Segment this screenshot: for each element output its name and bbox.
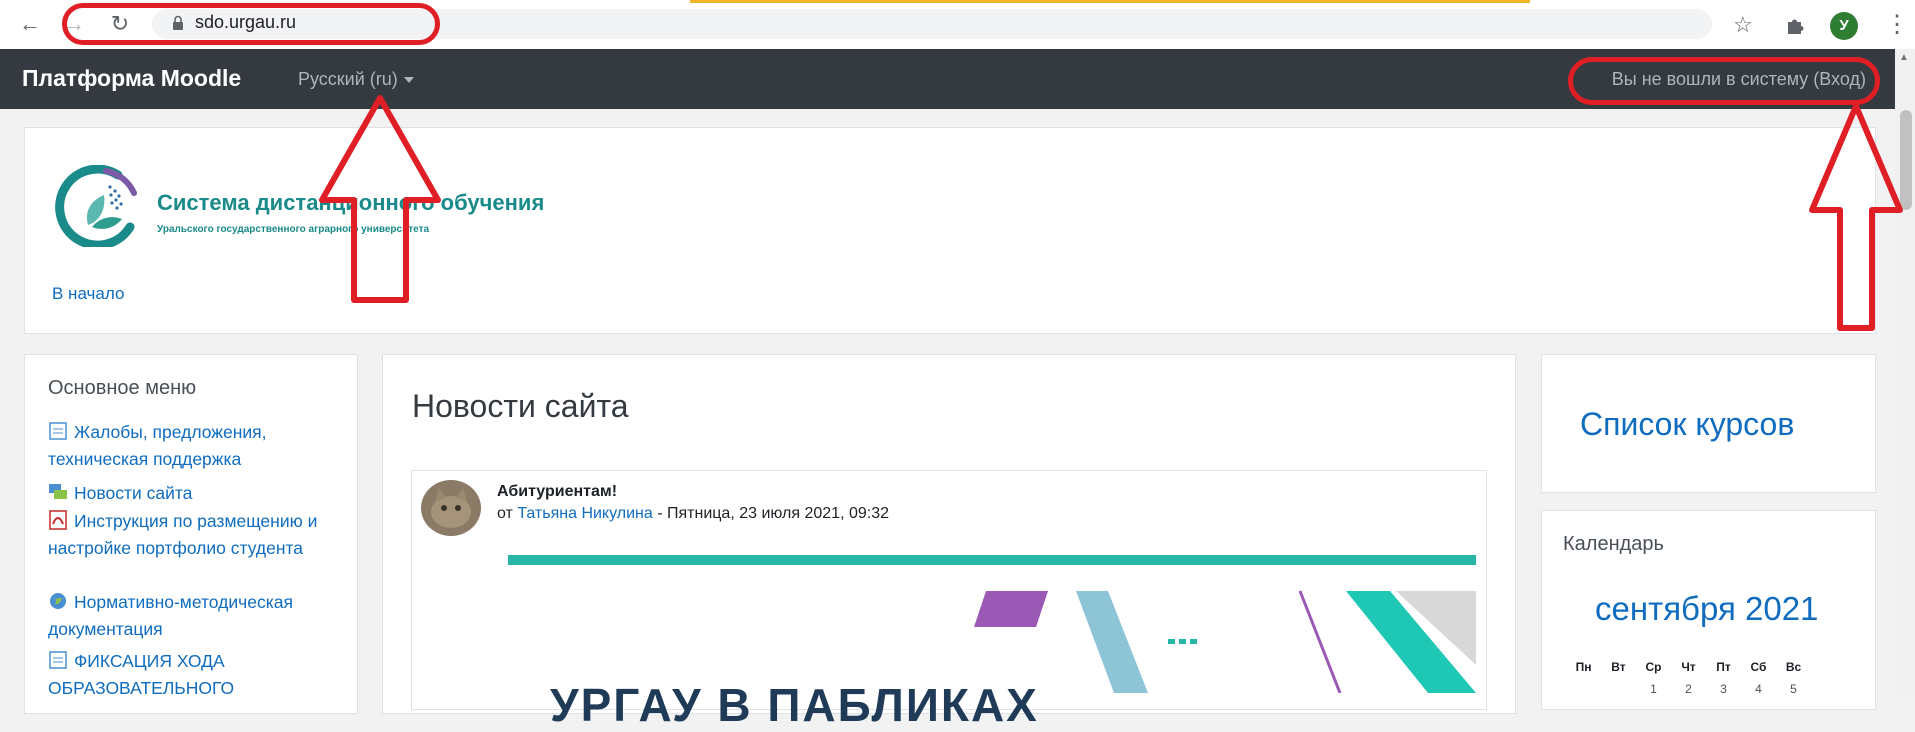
logo-title: Система дистанционного обучения xyxy=(157,190,545,215)
post-date: - Пятница, 23 июля 2021, 09:32 xyxy=(652,505,889,522)
calendar-day[interactable]: 3 xyxy=(1706,682,1741,696)
menu-item-progress-record[interactable]: ФИКСАЦИЯ ХОДА ОБРАЗОВАТЕЛЬНОГО xyxy=(48,648,348,702)
course-list-link[interactable]: Список курсов xyxy=(1580,406,1794,443)
post-meta: от Татьяна Никулина - Пятница, 23 июля 2… xyxy=(497,505,889,523)
calendar-month[interactable]: сентября 2021 xyxy=(1595,590,1818,628)
post-author-link[interactable]: Татьяна Никулина xyxy=(517,505,652,522)
scrollbar-thumb[interactable] xyxy=(1900,110,1912,210)
pdf-icon xyxy=(49,510,67,530)
menu-item-label: Инструкция по размещению и настройке пор… xyxy=(48,511,318,558)
menu-item-label: Жалобы, предложения, техническая поддерж… xyxy=(48,422,267,469)
weekday-label: Сб xyxy=(1750,660,1767,674)
language-selector[interactable]: Русский (ru) xyxy=(298,69,414,90)
back-arrow-icon[interactable]: ← xyxy=(18,12,42,36)
post-banner-image xyxy=(508,555,1476,693)
post-by-prefix: от xyxy=(497,505,518,522)
calendar-day[interactable]: 4 xyxy=(1741,682,1776,696)
logo-subtitle: Уральского государственного аграрного ун… xyxy=(157,224,430,235)
university-logo-icon xyxy=(55,165,137,247)
calendar-first-week: 12345 xyxy=(1566,680,1811,698)
site-brand[interactable]: Платформа Moodle xyxy=(22,65,241,92)
weekday-label: Вт xyxy=(1611,660,1626,674)
main-menu-title: Основное меню xyxy=(48,377,197,399)
post-title[interactable]: Абитуриентам! xyxy=(497,483,617,501)
page-icon xyxy=(49,651,67,669)
menu-item-label: Нормативно-методическая документация xyxy=(48,592,293,639)
weekday-label: Пт xyxy=(1716,660,1731,674)
banner-text: УРГАУ В ПАБЛИКАХ xyxy=(550,679,1039,731)
menu-item-portfolio-guide[interactable]: Инструкция по размещению и настройке пор… xyxy=(48,508,348,562)
breadcrumb-home-link[interactable]: В начало xyxy=(52,284,124,304)
page-icon xyxy=(49,422,67,440)
annotation-url-highlight xyxy=(62,3,440,45)
menu-item-regulations[interactable]: Нормативно-методическая документация xyxy=(48,589,348,643)
calendar-weekdays: Пн Вт Ср Чт Пт Сб Вс xyxy=(1566,658,1811,676)
browser-menu-icon[interactable]: ⋮ xyxy=(1885,10,1909,39)
menu-item-label: ФИКСАЦИЯ ХОДА ОБРАЗОВАТЕЛЬНОГО xyxy=(48,651,235,698)
globe-icon xyxy=(50,593,66,609)
bookmark-star-icon[interactable]: ☆ xyxy=(1733,12,1753,38)
weekday-label: Чт xyxy=(1681,660,1696,674)
calendar-day[interactable]: 5 xyxy=(1776,682,1811,696)
weekday-label: Ср xyxy=(1645,660,1662,674)
menu-item-feedback[interactable]: Жалобы, предложения, техническая поддерж… xyxy=(48,419,348,473)
weekday-label: Пн xyxy=(1575,660,1592,674)
author-avatar[interactable] xyxy=(421,480,481,536)
extensions-puzzle-icon[interactable] xyxy=(1784,14,1806,36)
menu-item-news[interactable]: Новости сайта xyxy=(48,480,348,507)
loading-accent-line xyxy=(690,0,1530,3)
menu-item-label: Новости сайта xyxy=(74,483,193,503)
calendar-day[interactable]: 1 xyxy=(1636,682,1671,696)
scroll-up-icon[interactable]: ▲ xyxy=(1899,52,1909,63)
cat-photo-icon xyxy=(421,480,481,536)
forum-icon xyxy=(49,484,67,499)
weekday-label: Вс xyxy=(1785,660,1802,674)
banner-graphic xyxy=(508,555,1476,693)
calendar-title: Календарь xyxy=(1563,533,1664,555)
news-heading: Новости сайта xyxy=(412,388,629,424)
annotation-login-highlight xyxy=(1568,57,1880,105)
calendar-day[interactable]: 2 xyxy=(1671,682,1706,696)
caret-down-icon xyxy=(403,77,414,84)
language-label: Русский (ru) xyxy=(298,69,398,89)
profile-avatar[interactable]: У xyxy=(1830,12,1858,40)
